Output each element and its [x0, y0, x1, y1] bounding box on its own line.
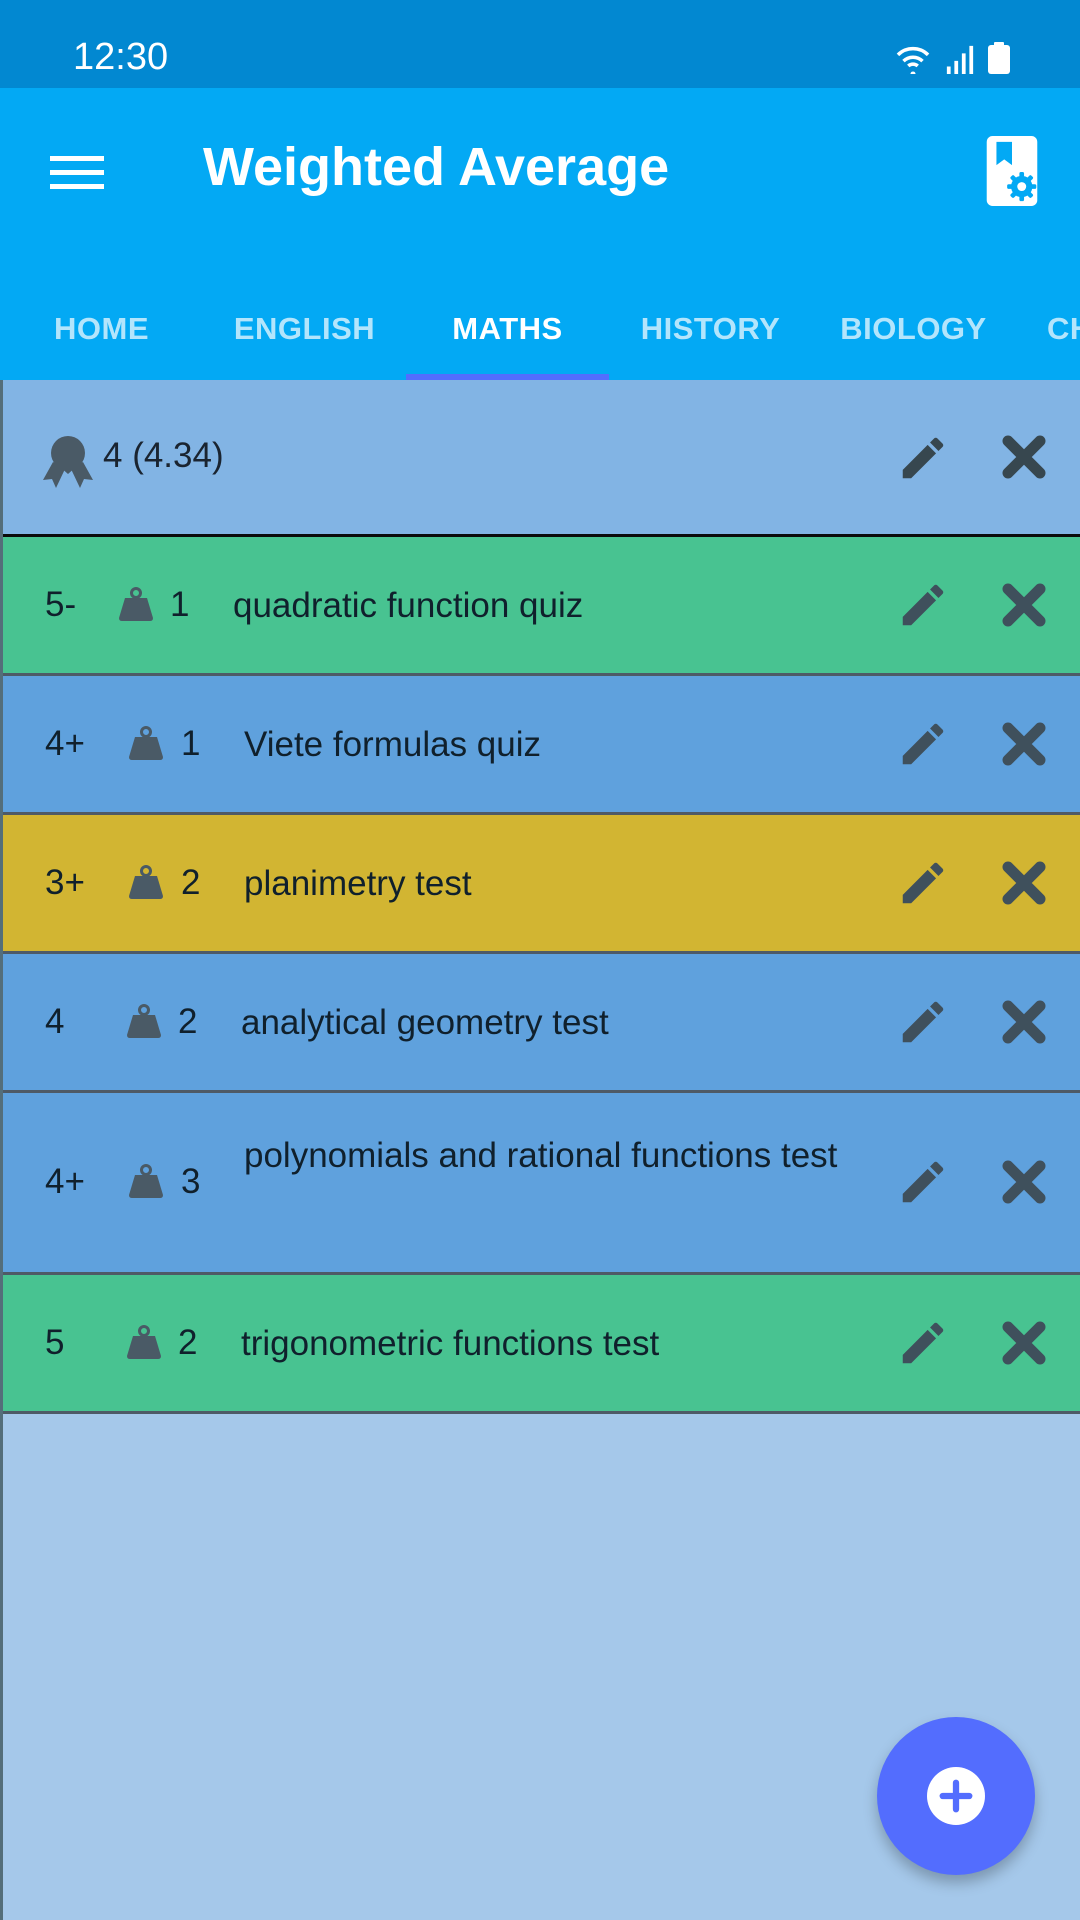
weight-value: 2	[178, 1322, 198, 1362]
grade-row[interactable]: 3+ 2 planimetry test	[3, 815, 1080, 954]
tab-history[interactable]: HISTORY	[609, 278, 812, 380]
weight-icon	[119, 586, 153, 621]
delete-icon[interactable]	[1000, 1319, 1048, 1367]
tab-home[interactable]: HOME	[0, 278, 203, 380]
edit-icon[interactable]	[896, 995, 950, 1049]
status-bar: 12:30	[0, 0, 1080, 88]
delete-icon[interactable]	[1000, 859, 1048, 907]
app-title: Weighted Average	[203, 137, 670, 197]
delete-icon[interactable]	[1000, 1158, 1048, 1206]
add-circle-icon	[927, 1767, 985, 1825]
delete-icon[interactable]	[1000, 581, 1048, 629]
edit-icon[interactable]	[896, 1316, 950, 1370]
grade-row[interactable]: 5 2 trigonometric functions test	[3, 1275, 1080, 1414]
delete-summary-icon[interactable]	[1000, 433, 1048, 481]
signal-icon	[946, 45, 974, 74]
status-icons	[894, 42, 1010, 74]
average-value: 4 (4.34)	[103, 436, 224, 475]
grade-row[interactable]: 5- 1 quadratic function quiz	[3, 537, 1080, 676]
book-settings-icon[interactable]	[986, 136, 1038, 206]
subject-tabs: HOME ENGLISH MATHS HISTORY BIOLOGY CH	[0, 278, 1080, 380]
assessment-name: Viete formulas quiz	[244, 724, 542, 764]
weight-value: 1	[181, 723, 201, 763]
tab-biology[interactable]: BIOLOGY	[812, 278, 1015, 380]
battery-icon	[988, 42, 1010, 74]
tab-maths[interactable]: MATHS	[406, 278, 609, 380]
grade-value: 4	[45, 1001, 65, 1041]
weight-value: 2	[178, 1001, 198, 1041]
add-grade-button[interactable]	[877, 1717, 1035, 1875]
wifi-icon	[896, 46, 930, 74]
edit-icon[interactable]	[896, 578, 950, 632]
weight-icon	[127, 1324, 161, 1359]
tab-chemistry[interactable]: CH	[1015, 278, 1080, 380]
weight-icon	[129, 725, 163, 760]
assessment-name: analytical geometry test	[241, 1002, 609, 1042]
grade-row[interactable]: 4+ 3 polynomials and rational functions te…	[3, 1093, 1080, 1275]
status-time: 12:30	[73, 36, 169, 78]
hamburger-menu-icon[interactable]	[50, 148, 106, 204]
weight-icon	[129, 1164, 163, 1198]
grade-value: 5-	[45, 584, 77, 624]
assessment-name: planimetry test	[244, 863, 472, 903]
weight-icon	[127, 1003, 161, 1038]
weight-icon	[129, 864, 163, 899]
grades-list: 4 (4.34) 5- 1 quadratic function quiz 4+ 1 Vi…	[0, 380, 1080, 1920]
weight-value: 2	[181, 862, 201, 902]
edit-icon[interactable]	[896, 856, 950, 910]
grade-value: 5	[45, 1322, 65, 1362]
grade-row[interactable]: 4+ 1 Viete formulas quiz	[3, 676, 1080, 815]
edit-summary-icon[interactable]	[896, 431, 950, 485]
assessment-name: trigonometric functions test	[241, 1323, 660, 1363]
tab-english[interactable]: ENGLISH	[203, 278, 406, 380]
edit-icon[interactable]	[896, 717, 950, 771]
edit-icon[interactable]	[896, 1155, 950, 1209]
weight-value: 3	[181, 1162, 201, 1201]
delete-icon[interactable]	[1000, 998, 1048, 1046]
average-summary-row: 4 (4.34)	[3, 380, 1080, 537]
award-ribbon-icon	[43, 436, 93, 488]
delete-icon[interactable]	[1000, 720, 1048, 768]
assessment-name: quadratic function quiz	[233, 585, 584, 625]
grade-value: 4+	[45, 1162, 85, 1201]
grade-row[interactable]: 4 2 analytical geometry test	[3, 954, 1080, 1093]
app-bar: Weighted Average HOME ENGLISH MATHS HIST…	[0, 88, 1080, 380]
weight-value: 1	[170, 584, 190, 624]
grade-value: 3+	[45, 862, 85, 902]
grade-value: 4+	[45, 723, 85, 763]
assessment-name: polynomials and rational functions test	[244, 1136, 838, 1175]
